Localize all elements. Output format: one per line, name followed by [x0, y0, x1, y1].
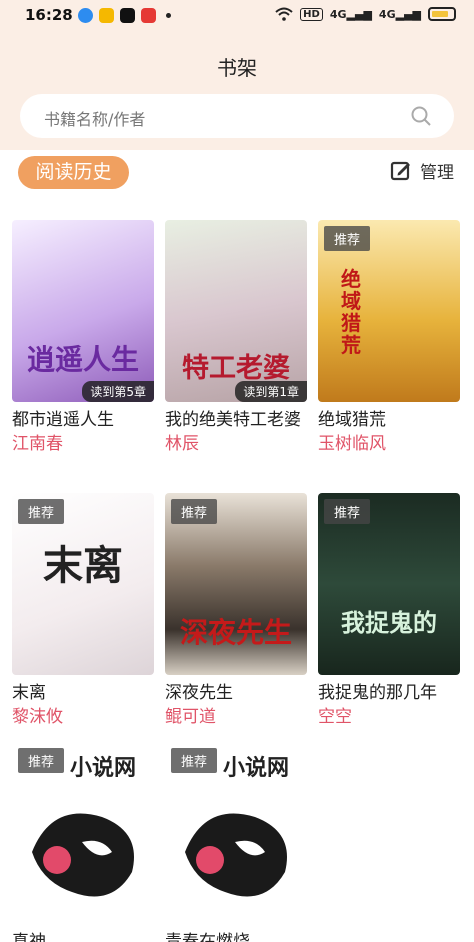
cover-title: 我捉鬼的 [341, 608, 437, 637]
book-title: 都市逍遥人生 [12, 410, 114, 430]
book-card[interactable]: 特工老婆 读到第1章 我的绝美特工老婆 林辰 [165, 220, 307, 456]
recommend-badge: 推荐 [18, 499, 65, 524]
signal-icon: 4G▂▄▆ [329, 7, 372, 21]
notification-icons [78, 8, 171, 23]
book-title: 青春在燃烧 [165, 932, 250, 942]
status-bar: 16:28 HD 4G▂▄▆ 4G▂▄▆ [0, 0, 474, 32]
recommend-badge: 推荐 [324, 226, 371, 251]
book-cover[interactable]: 推荐 深夜先生 [165, 493, 307, 675]
cover-title: 末离 [43, 542, 123, 589]
book-card[interactable]: 逍遥人生 读到第5章 都市逍遥人生 江南春 [12, 220, 154, 456]
cover-title: 深夜先生 [179, 616, 292, 649]
reading-progress-badge: 读到第5章 [82, 381, 154, 402]
signal-label: 4G [329, 7, 347, 21]
recommend-badge: 推荐 [171, 748, 218, 773]
book-card[interactable]: 推荐 深夜先生 深夜先生 鲲可道 [165, 493, 307, 729]
book-cover[interactable]: 小说网 推荐 [12, 742, 154, 924]
tiktok-app-icon [120, 8, 135, 23]
book-cover[interactable]: 逍遥人生 读到第5章 [12, 220, 154, 402]
book-cover[interactable]: 推荐 绝域猎荒 [318, 220, 460, 402]
book-author: 玉树临风 [318, 434, 386, 454]
status-time: 16:28 [25, 6, 73, 24]
book-title: 我捉鬼的那几年 [318, 683, 437, 703]
cover-title: 特工老婆 [182, 353, 290, 384]
recommend-badge: 推荐 [171, 499, 218, 524]
recommend-badge: 推荐 [18, 748, 65, 773]
search-icon[interactable] [410, 105, 432, 127]
wifi-icon [275, 7, 293, 21]
book-author: 空空 [318, 707, 352, 727]
book-card[interactable]: 小说网 推荐 青春在燃烧 [165, 742, 307, 942]
cover-title: 逍遥人生 [26, 343, 139, 376]
book-cover[interactable]: 推荐 末离 [12, 493, 154, 675]
edit-icon [390, 161, 410, 180]
battery-icon [428, 7, 456, 21]
status-right: HD 4G▂▄▆ 4G▂▄▆ [275, 7, 456, 21]
book-author: 林辰 [165, 434, 199, 454]
video-app-icon [141, 8, 156, 23]
book-cover[interactable]: 特工老婆 读到第1章 [165, 220, 307, 402]
reading-history-button[interactable]: 阅读历史 [18, 156, 129, 189]
search-bar[interactable]: 书籍名称/作者 [20, 94, 454, 138]
browser-app-icon [78, 8, 93, 23]
signal-label: 4G [378, 7, 396, 21]
book-author: 江南春 [12, 434, 63, 454]
reader-app-icon [99, 8, 114, 23]
book-card[interactable]: 推荐 绝域猎荒 绝域猎荒 玉树临风 [318, 220, 460, 456]
book-card[interactable]: 小说网 推荐 真神 [12, 742, 154, 942]
book-card[interactable]: 推荐 末离 末离 黎沫攸 [12, 493, 154, 729]
book-title: 我的绝美特工老婆 [165, 410, 301, 430]
book-cover[interactable]: 小说网 推荐 [165, 742, 307, 924]
book-title: 绝域猎荒 [318, 410, 386, 430]
recommend-badge: 推荐 [324, 499, 371, 524]
more-notifications-icon [166, 13, 171, 18]
hd-icon: HD [300, 7, 323, 21]
page-title: 书架 [217, 56, 257, 80]
manage-label: 管理 [420, 163, 454, 183]
search-input[interactable]: 书籍名称/作者 [44, 106, 145, 130]
cover-title: 绝域猎荒 [341, 267, 361, 357]
book-title: 末离 [12, 683, 46, 703]
book-card[interactable]: 推荐 我捉鬼的 我捉鬼的那几年 空空 [318, 493, 460, 729]
signal-icon: 4G▂▄▆ [378, 7, 421, 21]
book-title: 真神 [12, 932, 46, 942]
book-title: 深夜先生 [165, 683, 233, 703]
book-author: 黎沫攸 [12, 707, 63, 727]
manage-button[interactable]: 管理 [390, 158, 454, 183]
reading-progress-badge: 读到第1章 [235, 381, 307, 402]
book-author: 鲲可道 [165, 707, 216, 727]
book-cover[interactable]: 推荐 我捉鬼的 [318, 493, 460, 675]
